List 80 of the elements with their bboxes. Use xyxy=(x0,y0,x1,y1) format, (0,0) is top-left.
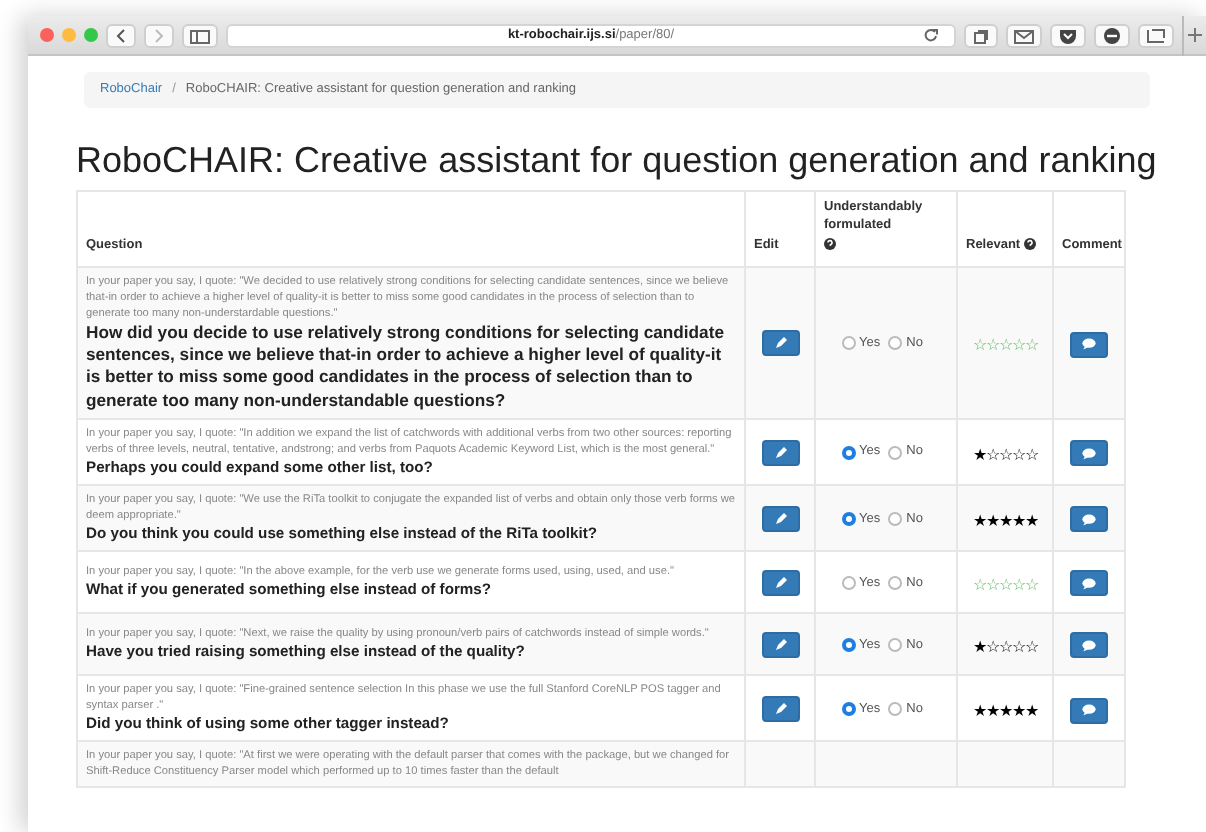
star-icon[interactable]: ★ xyxy=(972,700,986,724)
star-icon[interactable]: ★ xyxy=(1011,509,1025,534)
star-icon[interactable]: ☆ xyxy=(985,443,999,468)
pencil-icon xyxy=(773,702,787,716)
radio-button[interactable] xyxy=(841,637,856,652)
star-icon[interactable]: ★ xyxy=(972,509,986,534)
star-icon[interactable]: ★ xyxy=(985,700,999,724)
tabs-icon[interactable] xyxy=(972,27,990,43)
star-icon[interactable]: ★ xyxy=(972,635,986,660)
edit-button[interactable] xyxy=(761,330,799,357)
adblock-button[interactable] xyxy=(1094,23,1130,47)
radio-button[interactable] xyxy=(841,445,856,460)
pocket-button[interactable] xyxy=(1050,23,1086,47)
sidebar-button[interactable] xyxy=(182,23,218,47)
radio-button[interactable] xyxy=(841,575,856,590)
mail-button[interactable] xyxy=(1006,23,1042,47)
screenshot-button[interactable] xyxy=(1138,23,1174,47)
star-rating[interactable]: ★☆☆☆☆ xyxy=(972,445,1038,464)
star-icon[interactable]: ★ xyxy=(972,443,986,468)
star-icon[interactable]: ☆ xyxy=(1011,635,1025,660)
page-title: RoboCHAIR: Creative assistant for question generation and ranking xyxy=(76,141,1159,182)
back-button[interactable] xyxy=(106,23,136,47)
block-icon[interactable] xyxy=(1102,27,1122,43)
speech-bubble-icon xyxy=(1082,447,1096,460)
star-icon[interactable]: ☆ xyxy=(1011,443,1025,468)
crop-icon[interactable] xyxy=(1146,27,1166,43)
comment-button[interactable] xyxy=(1070,570,1108,597)
pencil-icon xyxy=(773,445,787,460)
comment-button[interactable] xyxy=(1070,506,1108,533)
star-icon[interactable]: ☆ xyxy=(998,635,1012,660)
star-icon[interactable]: ☆ xyxy=(1024,635,1038,660)
star-rating[interactable]: ★★★★★ xyxy=(972,702,1038,720)
radio-button[interactable] xyxy=(888,445,903,460)
star-icon[interactable]: ★ xyxy=(1024,700,1038,724)
pencil-icon xyxy=(773,336,787,351)
help-icon[interactable] xyxy=(824,238,836,251)
speech-bubble-icon xyxy=(1082,513,1096,526)
question-text: How did you decide to use relatively strong conditions for selecting candidate sentences, since we believe that-in order to achieve a higher level of quality-it is better to miss some good candidates in the process of selection than to generate too many non-understandable questions? xyxy=(86,322,726,412)
radio-button[interactable] xyxy=(888,637,903,652)
radio-button[interactable] xyxy=(888,702,903,716)
edit-button[interactable] xyxy=(761,505,799,532)
radio-button[interactable] xyxy=(841,702,856,716)
edit-button[interactable] xyxy=(761,439,799,466)
star-icon[interactable]: ★ xyxy=(998,509,1012,534)
help-icon[interactable] xyxy=(1023,238,1036,251)
radio-button[interactable] xyxy=(841,336,856,351)
star-rating[interactable]: ★★★★★ xyxy=(972,511,1038,530)
new-tab-button[interactable] xyxy=(1182,16,1206,55)
comment-button[interactable] xyxy=(1070,697,1108,723)
envelope-icon[interactable] xyxy=(1014,27,1034,43)
pocket-icon[interactable] xyxy=(1058,27,1078,43)
speech-bubble-icon xyxy=(1082,338,1096,351)
radio-button[interactable] xyxy=(841,511,856,526)
radio-button[interactable] xyxy=(888,511,903,526)
plus-icon[interactable] xyxy=(1188,28,1202,42)
reload-icon[interactable] xyxy=(924,28,938,42)
star-icon[interactable]: ★ xyxy=(998,700,1012,724)
speech-bubble-icon xyxy=(1082,704,1096,716)
tabs-button[interactable] xyxy=(964,23,998,47)
radio-button[interactable] xyxy=(888,575,903,590)
pencil-icon xyxy=(773,637,787,652)
sidebar-icon[interactable] xyxy=(190,27,210,43)
star-icon[interactable]: ☆ xyxy=(1024,443,1038,468)
comment-button[interactable] xyxy=(1070,440,1108,467)
star-icon[interactable]: ★ xyxy=(1024,509,1038,534)
radio-button[interactable] xyxy=(888,336,903,351)
star-icon[interactable]: ★ xyxy=(1011,700,1025,724)
comment-button[interactable] xyxy=(1070,632,1108,659)
edit-button[interactable] xyxy=(761,569,799,596)
edit-button[interactable] xyxy=(761,696,799,722)
edit-button[interactable] xyxy=(761,631,799,658)
pencil-icon xyxy=(773,575,787,590)
star-icon[interactable]: ☆ xyxy=(985,635,999,660)
chevron-left-icon[interactable] xyxy=(114,27,128,43)
speech-bubble-icon xyxy=(1082,577,1096,590)
speech-bubble-icon xyxy=(1082,639,1096,652)
comment-button[interactable] xyxy=(1070,331,1108,358)
star-icon[interactable]: ☆ xyxy=(998,443,1012,468)
star-icon[interactable]: ★ xyxy=(985,509,999,534)
pencil-icon xyxy=(773,511,787,526)
